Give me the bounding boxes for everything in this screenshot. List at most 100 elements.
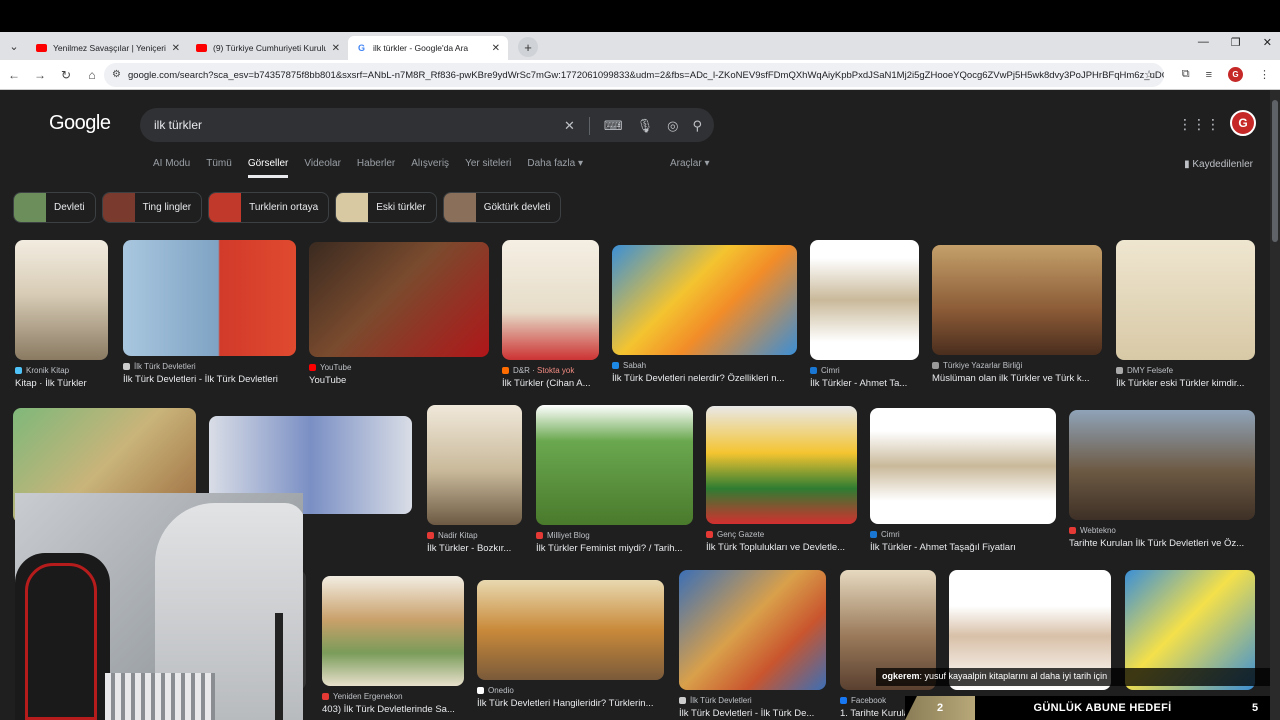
reload-icon[interactable]: ↻ [54, 68, 78, 82]
image-result-1-2[interactable]: YouTube YouTube [309, 242, 489, 395]
close-tab-icon[interactable]: ✕ [492, 43, 500, 54]
search-icon[interactable]: ⚲ [692, 118, 702, 134]
result-caption[interactable]: Kitap · İlk Türkler [15, 378, 128, 389]
result-source[interactable]: Webtekno [1069, 526, 1255, 535]
result-thumbnail[interactable] [427, 405, 522, 525]
image-result-2-2[interactable]: Nadir Kitap İlk Türkler - Bozkır... [427, 405, 522, 563]
chip-3[interactable]: Eski türkler [335, 192, 437, 223]
result-thumbnail[interactable] [309, 242, 489, 357]
media-icon[interactable]: ≡ [1206, 69, 1212, 81]
keyboard-icon[interactable]: ⌨ [604, 118, 623, 134]
result-thumbnail[interactable] [477, 580, 664, 680]
image-result-3-4[interactable]: İlk Türk Devletleri İlk Türk Devletleri -… [679, 570, 826, 720]
tab-places[interactable]: Yer siteleri [465, 158, 511, 178]
image-result-1-0[interactable]: Kronik Kitap Kitap · İlk Türkler [15, 240, 108, 398]
image-result-3-3[interactable]: Onedio İlk Türk Devletleri Hangileridir? … [477, 580, 664, 718]
result-caption[interactable]: İlk Türkler - Ahmet Ta... [810, 378, 939, 389]
close-tab-icon[interactable]: ✕ [172, 43, 180, 54]
result-source[interactable]: DMY Felsefe [1116, 366, 1255, 375]
result-source[interactable]: YouTube [309, 363, 489, 372]
image-result-2-3[interactable]: Milliyet Blog İlk Türkler Feminist miydi?… [536, 405, 693, 563]
scrollbar-thumb[interactable] [1272, 100, 1278, 242]
microphone-icon[interactable]: 🎙 [637, 118, 654, 134]
search-input[interactable]: ilk türkler ✕ ⌨ 🎙 ◎ ⚲ [140, 108, 714, 142]
result-thumbnail[interactable] [679, 570, 826, 690]
result-source[interactable]: Türkiye Yazarlar Birliği [932, 361, 1102, 370]
result-thumbnail[interactable] [1116, 240, 1255, 360]
menu-kebab-icon[interactable]: ⋮ [1259, 68, 1270, 81]
result-source[interactable]: Cimri [810, 366, 919, 375]
chip-2[interactable]: Turklerin ortaya [208, 192, 330, 223]
image-result-1-4[interactable]: Sabah İlk Türk Devletleri nelerdir? Özell… [612, 245, 797, 393]
bookmark-star-icon[interactable]: ☆ [1144, 68, 1154, 81]
result-caption[interactable]: İlk Türkler - Bozkır... [427, 543, 542, 554]
result-thumbnail[interactable] [612, 245, 797, 355]
close-tab-icon[interactable]: ✕ [332, 43, 340, 54]
result-source[interactable]: Kronik Kitap [15, 366, 108, 375]
result-caption[interactable]: Tarihte Kurulan İlk Türk Devletleri ve Ö… [1069, 538, 1275, 549]
image-result-1-1[interactable]: İlk Türk Devletleri İlk Türk Devletleri -… [123, 240, 296, 394]
result-source[interactable]: Onedio [477, 686, 664, 695]
google-logo[interactable]: Google [49, 112, 111, 135]
image-result-2-5[interactable]: Cimri İlk Türkler - Ahmet Taşağıl Fiyatla… [870, 408, 1056, 562]
result-thumbnail[interactable] [15, 240, 108, 360]
image-result-2-4[interactable]: Genç Gazete İlk Türk Toplulukları ve Devl… [706, 406, 857, 562]
result-source[interactable]: Milliyet Blog [536, 531, 693, 540]
result-source[interactable]: Sabah [612, 361, 797, 370]
tab-images[interactable]: Görseller [247, 158, 289, 178]
result-source[interactable]: İlk Türk Devletleri [123, 362, 296, 371]
browser-tab-3[interactable]: G ilk türkler - Google'da Ara ✕ [348, 36, 508, 60]
tab-videos[interactable]: Videolar [304, 158, 341, 178]
maximize-icon[interactable]: ❐ [1231, 36, 1241, 49]
profile-avatar[interactable]: G [1228, 67, 1243, 82]
new-tab-button[interactable]: + [518, 37, 538, 57]
image-result-1-3[interactable]: D&R · Stokta yok İlk Türkler (Cihan A... [502, 240, 599, 398]
tab-ai-mode[interactable]: AI Modu [153, 158, 190, 178]
lens-icon[interactable]: ◎ [667, 118, 678, 134]
clear-icon[interactable]: ✕ [564, 118, 575, 134]
result-source[interactable]: Yeniden Ergenekon [322, 692, 464, 701]
minimize-icon[interactable]: — [1198, 36, 1209, 49]
result-caption[interactable]: YouTube [309, 375, 509, 386]
result-caption[interactable]: İlk Türk Devletleri - İlk Türk Devletler… [123, 374, 316, 385]
browser-tab-1[interactable]: Yenilmez Savaşçılar | Yeniçeriler ✕ [28, 36, 188, 60]
url-input[interactable]: ⚙ google.com/search?sca_esv=b74357875f8b… [104, 63, 1164, 87]
result-thumbnail[interactable] [932, 245, 1102, 355]
result-thumbnail[interactable] [123, 240, 296, 356]
image-result-1-5[interactable]: Cimri İlk Türkler - Ahmet Ta... [810, 240, 919, 398]
result-source[interactable]: Cimri [870, 530, 1056, 539]
site-info-icon[interactable]: ⚙ [112, 69, 121, 80]
page-scrollbar[interactable] [1270, 90, 1280, 720]
saved-button[interactable]: ▮ Kaydedilenler [1184, 159, 1253, 170]
account-avatar[interactable]: G [1230, 110, 1256, 136]
browser-tab-2[interactable]: (9) Türkiye Cumhuriyeti Kurulun ✕ [188, 36, 348, 60]
result-thumbnail[interactable] [870, 408, 1056, 524]
image-result-1-6[interactable]: Türkiye Yazarlar Birliği Müslüman olan il… [932, 245, 1102, 393]
result-caption[interactable]: 403) İlk Türk Devletlerinde Sa... [322, 704, 484, 715]
result-caption[interactable]: İlk Türkler - Ahmet Taşağıl Fiyatları [870, 542, 1076, 553]
result-caption[interactable]: Müslüman olan ilk Türkler ve Türk k... [932, 373, 1122, 384]
tab-all[interactable]: Tümü [206, 158, 232, 178]
chip-1[interactable]: Ting lingler [101, 192, 203, 223]
result-caption[interactable]: İlk Türkler Feminist miydi? / Tarih... [536, 543, 713, 554]
result-caption[interactable]: İlk Türkler eski Türkler kimdir... [1116, 378, 1275, 389]
tools-button[interactable]: Araçlar ▾ [670, 158, 709, 169]
forward-icon[interactable]: → [28, 68, 52, 82]
result-thumbnail[interactable] [536, 405, 693, 525]
back-icon[interactable]: ← [2, 68, 26, 82]
extensions-icon[interactable]: ⧉ [1182, 68, 1190, 81]
result-thumbnail[interactable] [706, 406, 857, 524]
result-source[interactable]: Genç Gazete [706, 530, 857, 539]
result-caption[interactable]: İlk Türk Devletleri - İlk Türk De... [679, 708, 846, 719]
chip-4[interactable]: Göktürk devleti [442, 192, 562, 223]
result-caption[interactable]: İlk Türk Toplulukları ve Devletle... [706, 542, 877, 553]
result-thumbnail[interactable] [1069, 410, 1255, 520]
home-icon[interactable]: ⌂ [80, 68, 104, 82]
tab-news[interactable]: Haberler [357, 158, 395, 178]
result-thumbnail[interactable] [322, 576, 464, 686]
chip-0[interactable]: Devleti [13, 192, 96, 223]
result-caption[interactable]: İlk Türk Devletleri nelerdir? Özellikler… [612, 373, 817, 384]
google-apps-icon[interactable]: ⋮⋮⋮ [1178, 116, 1220, 133]
result-caption[interactable]: İlk Türkler (Cihan A... [502, 378, 619, 389]
image-result-2-6[interactable]: Webtekno Tarihte Kurulan İlk Türk Devletl… [1069, 410, 1255, 558]
